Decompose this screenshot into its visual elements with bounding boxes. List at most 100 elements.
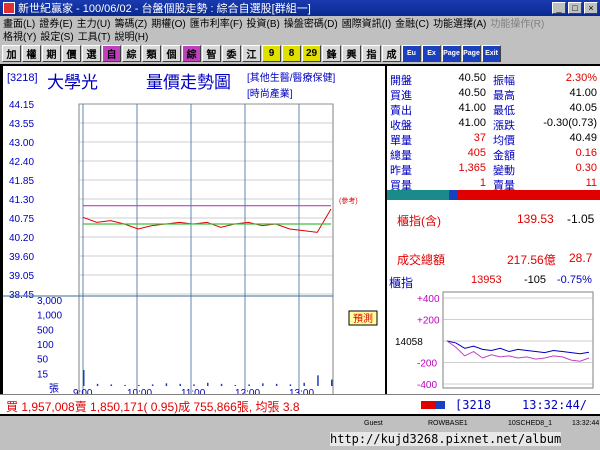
toolbar-nav-button-1[interactable]: Ex [422, 44, 441, 62]
menu2-item-1[interactable]: 設定(S) [40, 28, 73, 43]
toolbar-button-8[interactable]: 個 [162, 44, 181, 62]
toolbar-button-4[interactable]: 選 [82, 44, 101, 62]
quote-l1: 賣出 [390, 105, 412, 117]
volume-bar [138, 384, 140, 386]
ask-bar-segment-2 [537, 190, 600, 200]
price-tick-label: 43.55 [9, 119, 34, 130]
toolbar-button-19[interactable]: 成 [382, 44, 401, 62]
toolbar-button-17[interactable]: 興 [342, 44, 361, 62]
main-area: [3218] 大學光 量價走勢圖 [其他生醫/醫療保健] [時尚產業] 44.1… [0, 64, 600, 417]
mini-series-1 [446, 340, 590, 362]
status-time: 13:32:44 [572, 420, 600, 427]
quote-l1: 單量 [390, 135, 412, 147]
toolbar-nav-button-3[interactable]: Page [462, 44, 481, 62]
maximize-button[interactable]: □ [568, 2, 582, 14]
quote-row: 買量 1 賣量 11 [387, 177, 600, 192]
toolbar-button-9[interactable]: 綜 [182, 44, 201, 62]
toolbar-button-10[interactable]: 智 [202, 44, 221, 62]
price-volume-chart[interactable]: 44.15 43.55 43.00 42.40 41.85 41.30 40.75 40.20… [3, 100, 385, 400]
quote-l1: 收盤 [390, 120, 412, 132]
toolbar-button-16[interactable]: 鋒 [322, 44, 341, 62]
chart-pane: [3218] 大學光 量價走勢圖 [其他生醫/醫療保健] [時尚產業] 44.1… [3, 66, 385, 400]
mini-chart-pct: -0.75% [557, 274, 592, 286]
menu-item-6[interactable]: 投資(B) [246, 15, 279, 30]
mini-tick-label: -400 [417, 380, 437, 391]
price-tick-label: 42.40 [9, 157, 34, 168]
mini-tick-label: 14058 [395, 337, 423, 348]
menu-item-disabled-0: 功能操作(R) [490, 19, 545, 30]
quote-row: 開盤 40.50 振幅 2.30% [387, 72, 600, 87]
toolbar-button-11[interactable]: 委 [222, 44, 241, 62]
menu2-item-2[interactable]: 工具(T) [78, 28, 111, 43]
ticker-bar: 買 1,957,008賣 1,850,171( 0.95)成 755,866張,… [0, 394, 600, 414]
stock-name: 大學光 [47, 73, 98, 93]
mini-frame [442, 291, 594, 389]
menu-item-7[interactable]: 操盤密碼(D) [284, 15, 338, 30]
menu-item-4[interactable]: 期權(O) [151, 15, 185, 30]
quote-l2: 最低 [493, 105, 515, 117]
industry-tag-2: [時尚產業] [247, 89, 293, 100]
volume-bar [289, 384, 292, 386]
turnover-value: 217.56億 [507, 253, 556, 267]
quote-v1: 41.00 [458, 102, 486, 114]
menu2-item-0[interactable]: 格視(Y) [3, 28, 36, 43]
menu2-item-3[interactable]: 說明(H) [114, 28, 148, 43]
ticker-color-blue [435, 401, 445, 409]
index-label: 櫃指(含) [397, 214, 441, 228]
volume-bar [165, 383, 168, 386]
volume-bar [262, 383, 264, 386]
mini-tick-label: -200 [417, 359, 437, 370]
toolbar-button-3[interactable]: 價 [62, 44, 81, 62]
stock-header: [3218] 大學光 量價走勢圖 [其他生醫/醫療保健] [時尚產業] [3, 66, 385, 100]
quote-l2: 最高 [493, 90, 515, 102]
minimize-button[interactable]: _ [552, 2, 566, 14]
quote-v2: 11 [585, 177, 597, 189]
close-button[interactable]: × [584, 2, 598, 14]
toolbar-nav-button-0[interactable]: Eu [402, 44, 421, 62]
volume-bar [151, 384, 154, 386]
toolbar-button-6[interactable]: 綜 [122, 44, 141, 62]
quote-pane: 開盤 40.50 振幅 2.30% 買進 40.50 最高 41.00 賣出 41.00 最低 40.… [387, 66, 600, 400]
price-tick-label: 44.15 [9, 100, 34, 111]
chart-title: 量價走勢圖 [146, 73, 231, 93]
mini-index-chart[interactable]: 櫃指 13953 -105 -0.75% +400 +200 14058 -200 -4… [387, 272, 600, 400]
app-icon [3, 2, 15, 14]
price-tick-label: 43.00 [9, 138, 34, 149]
toolbar-button-13[interactable]: 9 [262, 44, 281, 62]
alert-text: 預測 [353, 312, 373, 325]
toolbar-nav-button-4[interactable]: Exit [482, 44, 501, 62]
menu-item-9[interactable]: 金融(C) [395, 15, 429, 30]
ask-bar-segment [457, 190, 537, 200]
price-tick-label: 41.85 [9, 176, 34, 187]
mini-chart-value: 13953 [471, 274, 502, 286]
toolbar-button-0[interactable]: 加 [2, 44, 21, 62]
status-bar: Guest ROWBASE1 10SCHED8_1 13:32:44 [0, 416, 600, 430]
bid-bar-segment [387, 190, 449, 200]
title-bar: 新世紀贏家 - 100/06/02 - 台盤個股走勢 : 綜合自選股[群組一] … [0, 0, 600, 16]
volume-bar [207, 382, 209, 386]
menu-item-10[interactable]: 功能選擇(A) [433, 15, 486, 30]
toolbar-button-15[interactable]: 29 [302, 44, 321, 62]
turnover-change: 28.7 [569, 251, 593, 265]
quote-l1: 總量 [390, 150, 412, 162]
toolbar-button-12[interactable]: 江 [242, 44, 261, 62]
quote-row: 買進 40.50 最高 41.00 [387, 87, 600, 102]
toolbar: 加權期價選自綜類個綜智委江 9 8 29 鋒興指成 Eu Ex Page Page Exit [0, 43, 600, 63]
menu-item-8[interactable]: 國際資訊(I) [342, 15, 391, 30]
toolbar-button-18[interactable]: 指 [362, 44, 381, 62]
toolbar-button-7[interactable]: 類 [142, 44, 161, 62]
price-tick-label: 40.20 [9, 233, 34, 244]
mini-chart-header: 櫃指 13953 -105 -0.75% [389, 274, 599, 290]
menu-item-5[interactable]: 匯市利率(F) [190, 15, 243, 30]
toolbar-button-1[interactable]: 權 [22, 44, 41, 62]
ticker-time: 13:32:44/ [522, 398, 588, 412]
bid-ask-bar [387, 190, 600, 200]
ref-price-tag: (參考) [339, 196, 358, 205]
toolbar-nav-button-2[interactable]: Page [442, 44, 461, 62]
toolbar-button-14[interactable]: 8 [282, 44, 301, 62]
quote-v1: 40.50 [458, 72, 486, 84]
volume-bar [234, 384, 237, 386]
toolbar-button-5[interactable]: 自 [102, 44, 121, 62]
toolbar-button-2[interactable]: 期 [42, 44, 61, 62]
ticker-code: [3218 [455, 398, 492, 412]
